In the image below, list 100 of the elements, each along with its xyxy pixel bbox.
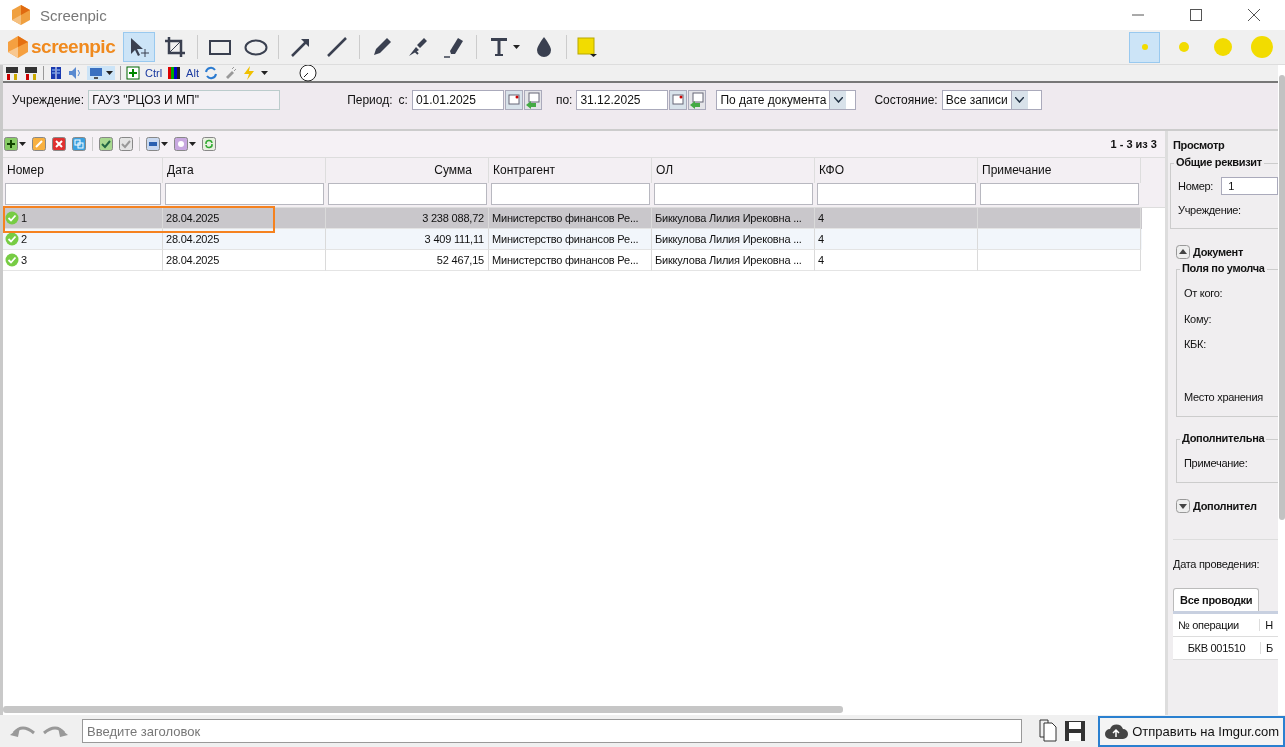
frame-icon [126, 66, 140, 80]
filter-field[interactable] [654, 183, 813, 205]
caret-icon [260, 71, 268, 75]
group-title: Общие реквизит [1174, 156, 1264, 168]
text-field[interactable]: 1 [1221, 177, 1278, 195]
scrollbar-thumb[interactable] [3, 706, 843, 713]
table-cell: 3 [21, 254, 27, 266]
field-label: Место хранения [1184, 391, 1263, 403]
caret-icon [106, 71, 113, 75]
settings-icon[interactable] [174, 137, 188, 151]
filter-field[interactable] [5, 183, 161, 205]
copy-icon[interactable] [1038, 719, 1059, 743]
group-title: Поля по умолча [1180, 262, 1267, 274]
save-icon[interactable] [1064, 720, 1087, 742]
field-label: Примечание: [1184, 457, 1248, 469]
column-header: КФО [819, 163, 845, 177]
table-row[interactable]: 1 28.04.2025 3 238 088,72 Министерство финансов Ре... Биккулова Лилия Ирековна ... 4 [3, 208, 1142, 229]
table-cell: 52 467,15 [436, 254, 484, 266]
field-label: Кому: [1184, 313, 1212, 325]
filter-field[interactable] [980, 183, 1139, 205]
tool-button[interactable] [123, 32, 156, 62]
copy-icon[interactable] [72, 137, 86, 151]
group-title: Дополнительна [1180, 432, 1267, 444]
crop-icon [163, 35, 188, 59]
expand-icon[interactable] [1176, 499, 1190, 513]
column-header: Контрагент [493, 163, 556, 177]
hotkey-label: Alt [186, 67, 199, 79]
caret-icon [19, 142, 26, 146]
app-logo-icon [10, 4, 32, 26]
filter-field[interactable] [817, 183, 976, 205]
column-header: № операции [1173, 619, 1261, 631]
dropdown[interactable]: Все записи [941, 90, 1042, 110]
table-row[interactable]: 3 28.04.2025 52 467,15 Министерство финансов Ре... Биккулова Лилия Ирековна ... 4 [3, 250, 1142, 271]
dropdown[interactable]: По дате документа [716, 90, 857, 110]
column-header: Сумма [434, 163, 472, 177]
refresh-icon[interactable] [202, 137, 216, 151]
column-header: Примечание [982, 163, 1052, 177]
maximize-icon[interactable] [1190, 9, 1202, 21]
panel-title: Просмотр [1172, 138, 1226, 153]
calendar-icon[interactable] [504, 90, 523, 110]
filter-field[interactable] [491, 183, 650, 205]
dot-icon [1213, 38, 1232, 56]
table-cell: 4 [818, 233, 824, 245]
book-icon [49, 66, 63, 80]
section-title: Документ [1193, 246, 1244, 258]
field-label: по: [555, 92, 573, 107]
title-field[interactable]: Введите заголовок [82, 719, 1023, 743]
column-header: Н [1264, 619, 1274, 631]
section-title: Дополнител [1193, 500, 1257, 512]
field-label: Состояние: [874, 92, 938, 107]
table-cell-text: Б [1265, 642, 1274, 654]
dot-icon [1141, 44, 1148, 50]
table-cell: Министерство финансов Ре... [492, 254, 639, 266]
table-cell: 4 [818, 212, 824, 224]
upload-button[interactable]: Отправить на Imgur.com [1098, 715, 1285, 747]
text-field[interactable]: 31.12.2025 [576, 90, 669, 110]
window-title: Screenpic [40, 6, 107, 24]
app-logo: screenpic [31, 36, 116, 58]
calendar-icon[interactable] [669, 90, 688, 110]
hotkey-label: Ctrl [145, 67, 163, 79]
check-icon[interactable] [99, 137, 113, 151]
table-row[interactable]: 2 28.04.2025 3 409 111,11 Министерство финансов Ре... Биккулова Лилия Ирековна ... 4 [3, 229, 1142, 250]
tab[interactable]: Все проводки [1173, 588, 1260, 611]
field-label: с: [398, 92, 408, 107]
monitor-icon [89, 66, 103, 80]
table-cell: Биккулова Лилия Ирековна ... [655, 254, 802, 266]
edit-icon[interactable] [32, 137, 46, 151]
table-cell: Министерство финансов Ре... [492, 233, 639, 245]
check-circle-icon [5, 211, 19, 225]
table-cell: 1 [21, 212, 27, 224]
scrollbar-thumb[interactable] [1279, 75, 1285, 520]
delete-icon[interactable] [52, 137, 66, 151]
color-swatch-icon [577, 37, 598, 57]
table-cell: 2 [21, 233, 27, 245]
print-icon[interactable] [146, 137, 160, 151]
check-icon[interactable] [119, 137, 133, 151]
table-cell: БКВ 001510 [1173, 642, 1262, 654]
dot-icon [1178, 42, 1189, 52]
field-label: Период: [347, 92, 393, 107]
add-icon[interactable] [4, 137, 18, 151]
collapse-icon[interactable] [1176, 245, 1190, 259]
table-cell: 28.04.2025 [166, 254, 220, 266]
speaker-icon [68, 66, 82, 80]
line-icon [325, 35, 350, 59]
color-bars-icon [167, 66, 182, 80]
field-label: КБК: [1184, 338, 1206, 350]
stamp-icon [5, 66, 19, 80]
text-field[interactable]: 01.01.2025 [411, 90, 504, 110]
field-label: От кого: [1184, 287, 1223, 299]
field-label: Номер: [1178, 180, 1214, 192]
table-cell: 28.04.2025 [166, 233, 220, 245]
filter-field[interactable] [328, 183, 487, 205]
dot-icon [1250, 36, 1273, 58]
pager-text: 1 - 3 из 3 [1110, 138, 1157, 150]
field-label: Дата проведения: [1173, 558, 1260, 570]
table-cell: 28.04.2025 [166, 212, 220, 224]
filter-field[interactable] [165, 183, 324, 205]
caret-icon [189, 142, 196, 146]
close-icon[interactable] [1248, 9, 1260, 21]
column-header: Дата [167, 163, 194, 177]
